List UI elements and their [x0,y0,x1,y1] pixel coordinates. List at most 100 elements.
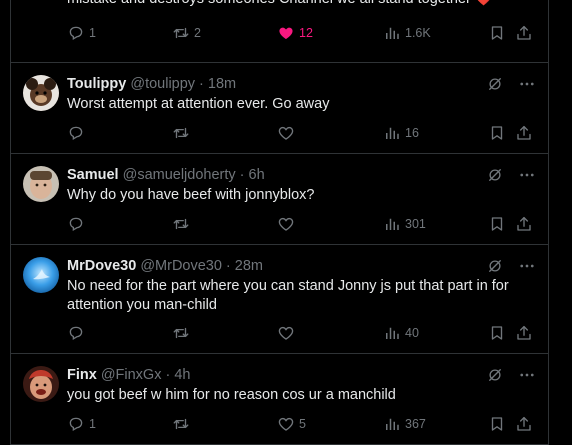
heart-icon [277,324,295,342]
reply-button[interactable] [67,324,89,342]
bookmark-icon [488,415,506,433]
grok-icon[interactable] [486,366,504,384]
user-handle[interactable]: @toulippy [130,76,195,92]
bookmark-button[interactable] [488,24,506,42]
bookmark-icon [488,124,506,142]
timestamp[interactable]: 6h [249,167,265,183]
user-handle[interactable]: @MrDove30 [140,258,222,274]
like-count: 12 [299,26,313,40]
avatar[interactable] [23,75,59,111]
share-button[interactable] [515,415,533,433]
retweet-icon [172,124,190,142]
reply-button[interactable]: 1 [67,415,96,433]
share-button[interactable] [515,24,533,42]
display-name[interactable]: MrDove30 [67,258,136,274]
share-icon [515,24,533,42]
timestamp[interactable]: 18m [208,76,236,92]
bookmark-button[interactable] [488,124,506,142]
views-icon [383,24,401,42]
reply-button[interactable] [67,215,89,233]
separator-dot: · [239,167,245,183]
display-name[interactable]: Toulippy [67,76,126,92]
like-button[interactable]: 5 [277,415,306,433]
more-icon[interactable] [518,166,536,184]
view-count: 16 [405,126,419,140]
like-button[interactable] [277,124,299,142]
retweet-button[interactable] [172,124,194,142]
bookmark-button[interactable] [488,324,506,342]
views-button[interactable]: 367 [383,415,426,433]
retweet-icon [172,324,190,342]
retweet-count: 2 [194,26,201,40]
reply-icon [67,215,85,233]
grok-icon[interactable] [486,166,504,184]
reply-icon [67,415,85,433]
tweet-reply[interactable]: MrDove30 @MrDove30 · 28m No need for the… [11,245,548,354]
tweet-text: No need for the part where you can stand… [67,278,509,313]
tweet-reply[interactable]: Samuel @samueljdoherty · 6h Why do you h… [11,154,548,245]
user-handle[interactable]: @FinxGx [101,367,162,383]
tweet-text: Why do you have beef with jonnyblox? [67,187,315,203]
reply-count: 1 [89,26,96,40]
reply-icon [67,124,85,142]
reply-button[interactable]: 1 [67,24,96,42]
timestamp[interactable]: 4h [174,367,190,383]
tweet-text: Worst attempt at attention ever. Go away [67,96,330,112]
views-icon [383,324,401,342]
avatar[interactable] [23,166,59,202]
heart-icon [277,24,295,42]
share-icon [515,215,533,233]
heart-icon [277,124,295,142]
like-count: 5 [299,417,306,431]
like-button[interactable]: 12 [277,24,313,42]
grok-icon[interactable] [486,257,504,275]
view-count: 301 [405,217,426,231]
retweet-button[interactable] [172,324,194,342]
share-icon [515,324,533,342]
views-icon [383,215,401,233]
user-handle[interactable]: @samueljdoherty [123,167,236,183]
separator-dot: · [165,367,171,383]
grok-icon[interactable] [486,75,504,93]
retweet-button[interactable] [172,215,194,233]
share-button[interactable] [515,124,533,142]
view-count: 40 [405,326,419,340]
bookmark-icon [488,215,506,233]
reply-icon [67,24,85,42]
like-button[interactable] [277,324,299,342]
tweet-top[interactable]: mistake and destroys someones Channel we… [11,0,548,63]
reply-thread: mistake and destroys someones Channel we… [10,0,549,445]
views-button[interactable]: 1.6K [383,24,431,42]
tweet-reply[interactable]: Toulippy @toulippy · 18m Worst attempt a… [11,63,548,154]
more-icon[interactable] [518,257,536,275]
bookmark-button[interactable] [488,415,506,433]
bookmark-icon [488,324,506,342]
retweet-icon [172,415,190,433]
reply-icon [67,324,85,342]
more-icon[interactable] [518,366,536,384]
share-button[interactable] [515,215,533,233]
views-button[interactable]: 301 [383,215,426,233]
avatar[interactable] [23,257,59,293]
views-button[interactable]: 40 [383,324,419,342]
avatar[interactable] [23,366,59,402]
retweet-button[interactable] [172,415,194,433]
like-button[interactable] [277,215,299,233]
separator-dot: · [225,258,231,274]
bookmark-button[interactable] [488,215,506,233]
timestamp[interactable]: 28m [235,258,263,274]
retweet-button[interactable]: 2 [172,24,201,42]
share-icon [515,415,533,433]
more-icon[interactable] [518,75,536,93]
retweet-icon [172,215,190,233]
display-name[interactable]: Finx [67,367,97,383]
display-name[interactable]: Samuel [67,167,119,183]
separator-dot: · [199,76,204,92]
tweet-text: mistake and destroys someones Channel we… [67,0,536,9]
retweet-icon [172,24,190,42]
share-button[interactable] [515,324,533,342]
tweet-reply[interactable]: Finx @FinxGx · 4h you got beef w him for… [11,354,548,445]
views-button[interactable]: 16 [383,124,419,142]
view-count: 1.6K [405,26,431,40]
reply-button[interactable] [67,124,89,142]
